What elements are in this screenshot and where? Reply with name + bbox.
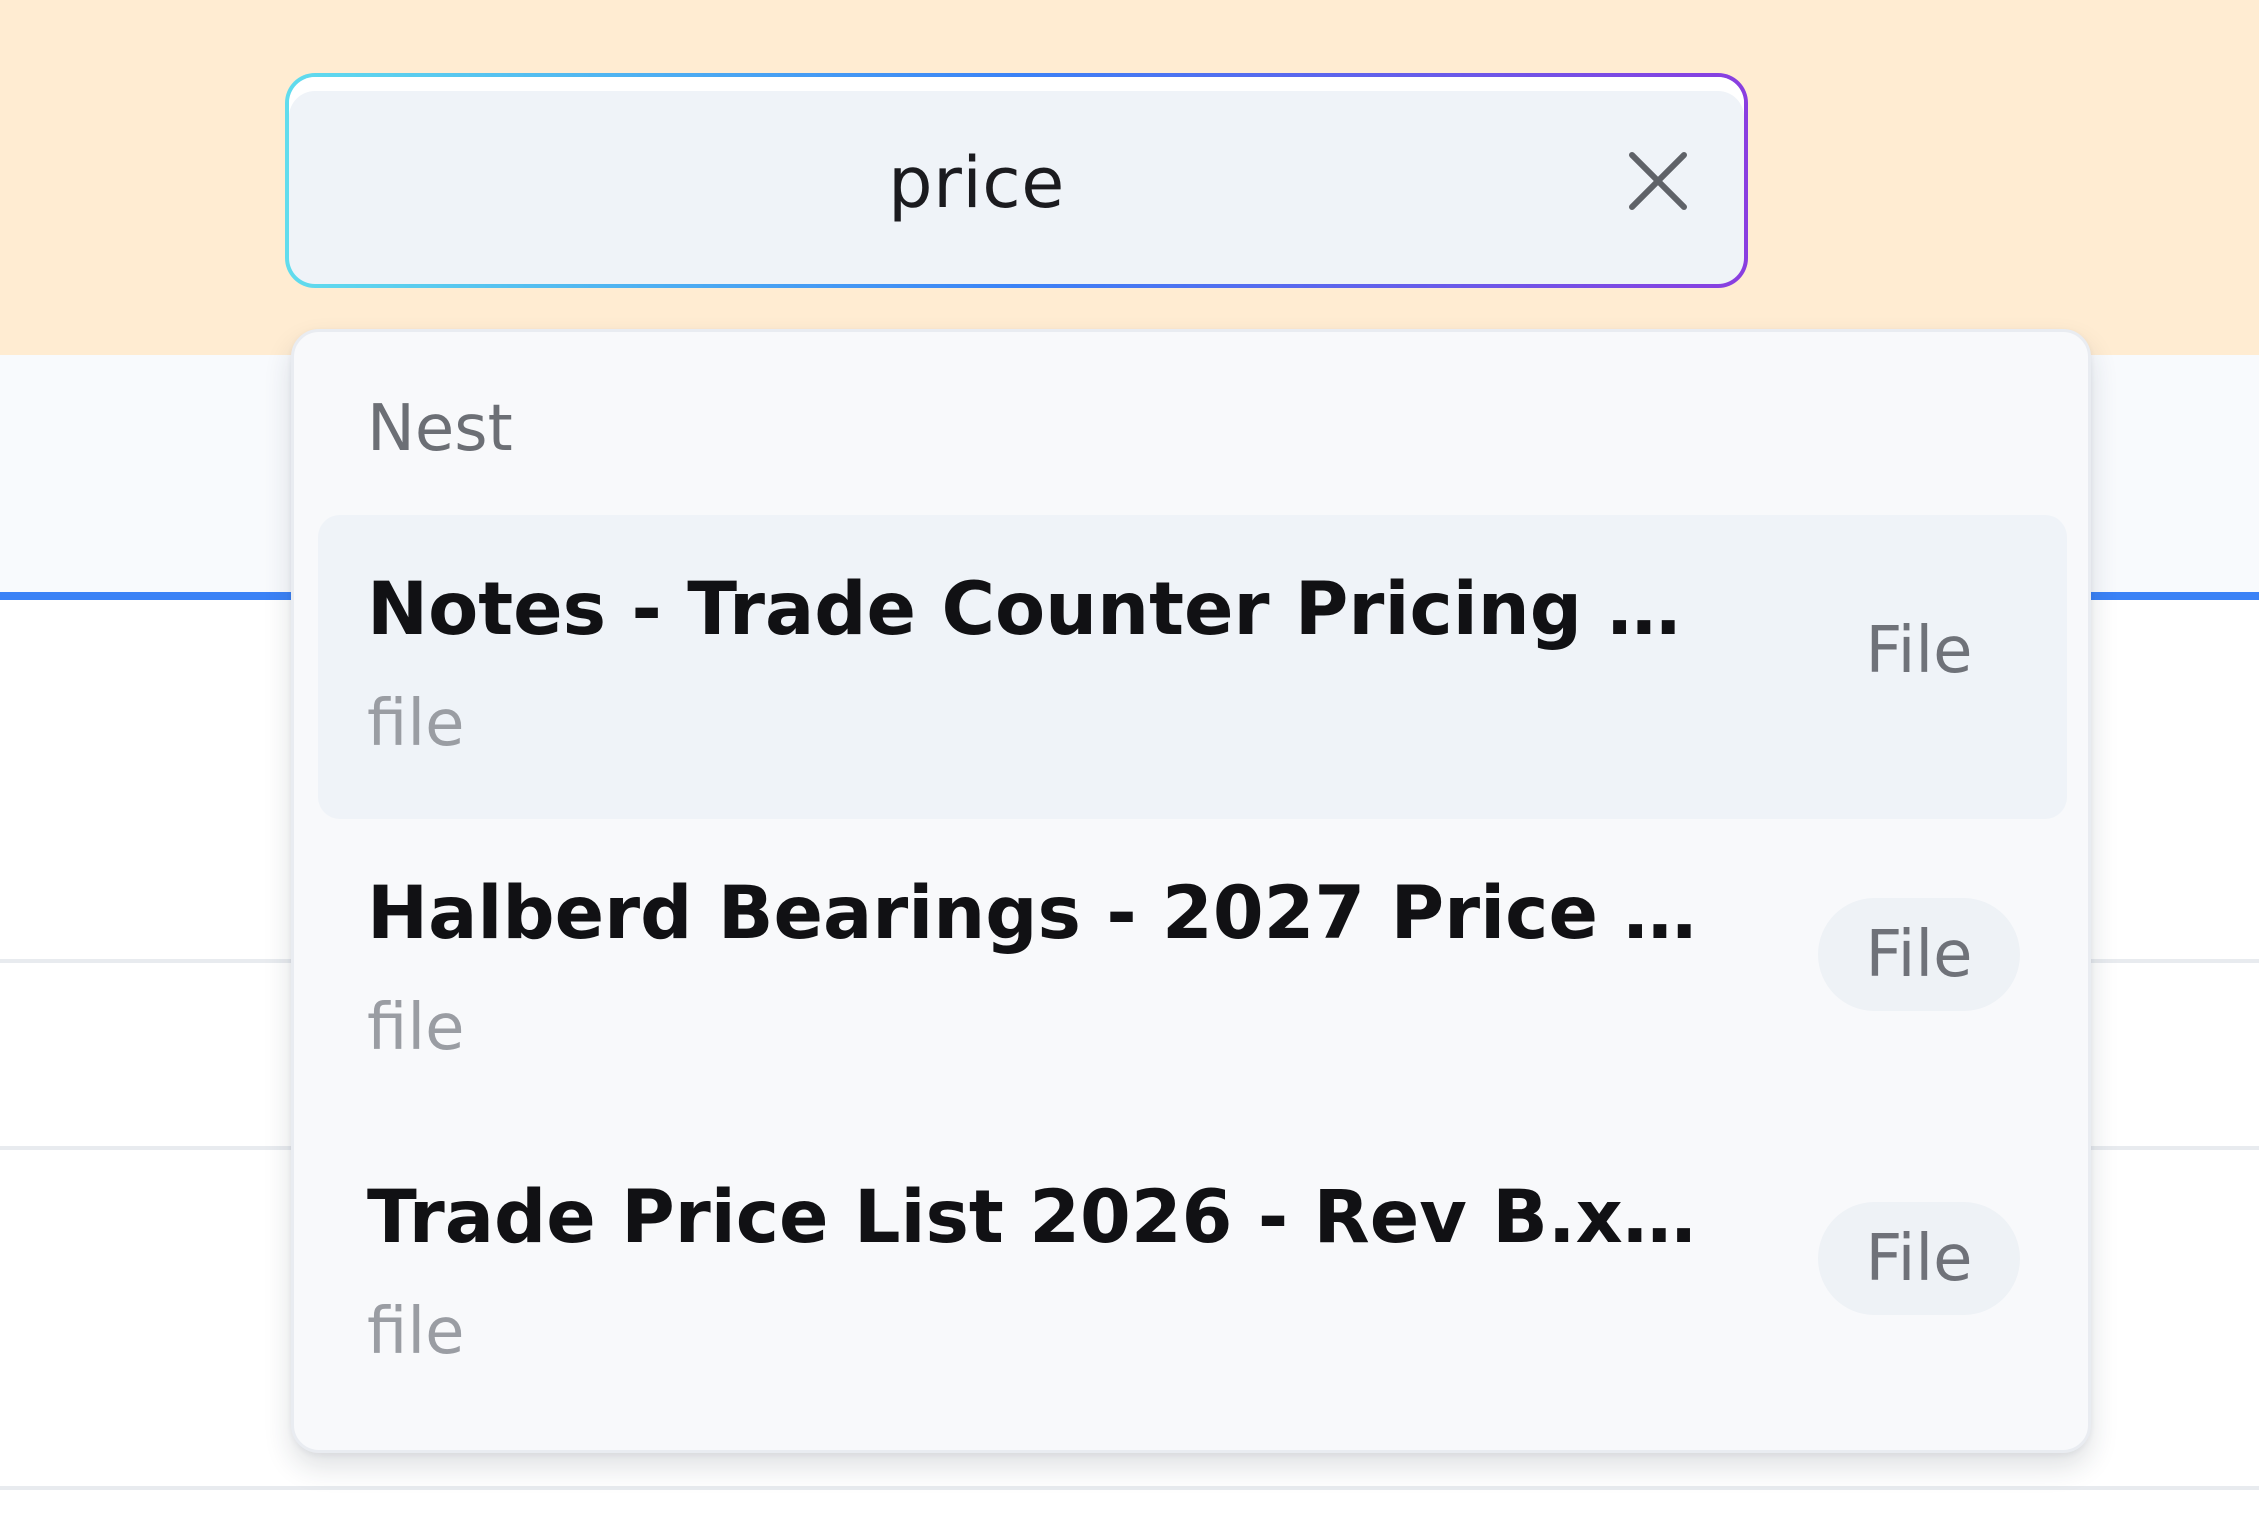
result-badge: File — [1865, 613, 1973, 688]
result-type: file — [367, 1295, 465, 1369]
result-title: Notes - Trade Counter Pricing Call.txt — [367, 567, 1697, 652]
clear-search-button[interactable] — [1600, 123, 1715, 238]
search-box[interactable]: price — [285, 73, 1748, 288]
table-row-divider — [0, 1486, 2259, 1490]
search-result-item[interactable]: Notes - Trade Counter Pricing Call.txt f… — [318, 515, 2067, 819]
result-type: file — [367, 991, 465, 1065]
result-badge: File — [1818, 1202, 2020, 1315]
search-result-item[interactable]: Trade Price List 2026 - Rev B.xlsx file … — [318, 1123, 2067, 1427]
result-title: Trade Price List 2026 - Rev B.xlsx — [367, 1175, 1697, 1260]
result-group-label: Nest — [367, 392, 513, 466]
search-field[interactable]: price — [289, 77, 1744, 284]
result-badge: File — [1818, 898, 2020, 1011]
result-type: file — [367, 687, 465, 761]
search-results-dropdown: Nest Notes - Trade Counter Pricing Call.… — [291, 329, 2091, 1453]
result-title: Halberd Bearings - 2027 Price Revie... — [367, 871, 1697, 956]
close-icon — [1628, 151, 1687, 210]
search-input[interactable]: price — [289, 77, 1744, 284]
search-result-item[interactable]: Halberd Bearings - 2027 Price Revie... f… — [318, 819, 2067, 1123]
